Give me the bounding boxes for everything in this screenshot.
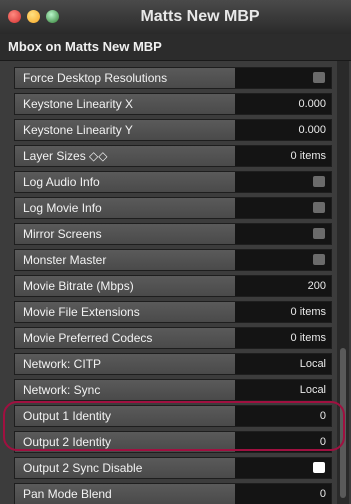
setting-row[interactable]: Network: Sync Local (14, 379, 332, 401)
window-subtitle: Mbox on Matts New MBP (8, 39, 162, 54)
setting-label: Force Desktop Resolutions (15, 68, 235, 88)
setting-row[interactable]: Movie Bitrate (Mbps) 200 (14, 275, 332, 297)
mbox-window: Matts New MBP Mbox on Matts New MBP Forc… (0, 0, 351, 504)
setting-label: Movie File Extensions (15, 302, 235, 322)
setting-row[interactable]: Layer Sizes ◇◇ 0 items (14, 145, 332, 167)
setting-row[interactable]: Keystone Linearity X 0.000 (14, 93, 332, 115)
title-bar: Matts New MBP (0, 0, 351, 34)
setting-checkbox[interactable] (313, 462, 325, 473)
setting-label: Movie Bitrate (Mbps) (15, 276, 235, 296)
zoom-button[interactable] (46, 10, 59, 23)
setting-checkbox[interactable] (313, 176, 325, 187)
setting-value[interactable]: 0.000 (235, 120, 331, 140)
setting-value[interactable] (235, 172, 331, 192)
setting-label: Log Audio Info (15, 172, 235, 192)
setting-row[interactable]: Mirror Screens (14, 223, 332, 245)
setting-value[interactable]: Local (235, 354, 331, 374)
setting-label: Mirror Screens (15, 224, 235, 244)
minimize-button[interactable] (27, 10, 40, 23)
setting-row[interactable]: Keystone Linearity Y 0.000 (14, 119, 332, 141)
setting-checkbox[interactable] (313, 228, 325, 239)
setting-row[interactable]: Movie File Extensions 0 items (14, 301, 332, 323)
setting-label: Monster Master (15, 250, 235, 270)
setting-value[interactable] (235, 198, 331, 218)
setting-row[interactable]: Log Audio Info (14, 171, 332, 193)
setting-value[interactable]: 0 items (235, 302, 331, 322)
close-button[interactable] (8, 10, 21, 23)
setting-value[interactable]: 0 items (235, 328, 331, 348)
setting-value[interactable]: 0.000 (235, 94, 331, 114)
setting-checkbox[interactable] (313, 254, 325, 265)
setting-label: Output 2 Sync Disable (15, 458, 235, 478)
setting-row[interactable]: Monster Master (14, 249, 332, 271)
window-title: Matts New MBP (140, 8, 260, 25)
setting-row[interactable]: Pan Mode Blend 0 (14, 483, 332, 504)
setting-value[interactable]: 200 (235, 276, 331, 296)
setting-label: Network: Sync (15, 380, 235, 400)
setting-label: Log Movie Info (15, 198, 235, 218)
setting-label: Movie Preferred Codecs (15, 328, 235, 348)
setting-row[interactable]: Network: CITP Local (14, 353, 332, 375)
setting-value[interactable]: 0 items (235, 146, 331, 166)
setting-value[interactable] (235, 250, 331, 270)
setting-row[interactable]: Log Movie Info (14, 197, 332, 219)
setting-value[interactable] (235, 224, 331, 244)
highlight-annotation (3, 401, 345, 451)
setting-row[interactable]: Movie Preferred Codecs 0 items (14, 327, 332, 349)
setting-value[interactable] (235, 458, 331, 478)
setting-label: Pan Mode Blend (15, 484, 235, 504)
setting-label: Layer Sizes ◇◇ (15, 146, 235, 166)
setting-row[interactable]: Force Desktop Resolutions (14, 67, 332, 89)
setting-label: Keystone Linearity X (15, 94, 235, 114)
setting-row[interactable]: Output 2 Sync Disable (14, 457, 332, 479)
setting-value[interactable]: Local (235, 380, 331, 400)
subtitle-bar: Mbox on Matts New MBP (0, 34, 351, 61)
setting-checkbox[interactable] (313, 202, 325, 213)
setting-label: Network: CITP (15, 354, 235, 374)
setting-value[interactable] (235, 68, 331, 88)
setting-label: Keystone Linearity Y (15, 120, 235, 140)
setting-value[interactable]: 0 (235, 484, 331, 504)
setting-checkbox[interactable] (313, 72, 325, 83)
